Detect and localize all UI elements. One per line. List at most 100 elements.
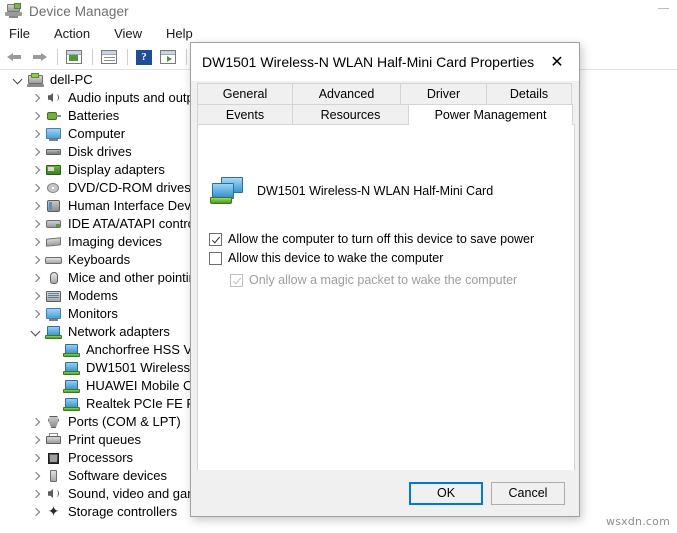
- expander-closed-icon[interactable]: [28, 503, 44, 521]
- expander-closed-icon[interactable]: [28, 287, 44, 305]
- expander-spacer: [46, 377, 62, 395]
- device-name-label: DW1501 Wireless-N WLAN Half-Mini Card: [257, 184, 494, 198]
- menu-file[interactable]: File: [9, 26, 30, 41]
- tree-item-label: Computer: [68, 126, 126, 141]
- tree-item-label: Storage controllers: [68, 504, 178, 519]
- network-adapter-icon: [62, 396, 81, 412]
- network-adapter-icon: [62, 378, 81, 394]
- toolbar-separator-4: [186, 49, 187, 65]
- expander-closed-icon[interactable]: [28, 467, 44, 485]
- allow-turn-off-device-checkbox[interactable]: Allow the computer to turn off this devi…: [209, 232, 534, 246]
- hid-icon: [44, 198, 63, 214]
- expander-closed-icon[interactable]: [28, 179, 44, 197]
- allow-device-wake-computer-checkbox[interactable]: Allow this device to wake the computer: [209, 251, 443, 265]
- window-title: Device Manager: [29, 3, 129, 19]
- expander-spacer: [46, 395, 62, 413]
- show-hide-console-tree-button[interactable]: [63, 47, 85, 68]
- computer-root-icon: [26, 72, 45, 88]
- ok-button[interactable]: OK: [409, 481, 483, 505]
- expander-closed-icon[interactable]: [28, 197, 44, 215]
- ide-controller-icon: [44, 216, 63, 232]
- tab-row-2: Events Resources Power Management: [197, 104, 575, 125]
- toolbar-separator-1: [57, 49, 58, 65]
- close-icon[interactable]: ✕: [535, 43, 579, 80]
- properties-panel-icon: [101, 50, 117, 64]
- tree-item-label: DVD/CD-ROM drives: [68, 180, 191, 195]
- expander-closed-icon[interactable]: [28, 161, 44, 179]
- imaging-device-icon: [44, 234, 63, 250]
- watermark: wsxdn.com: [606, 515, 670, 528]
- help-button[interactable]: ?: [133, 47, 155, 68]
- tree-item-label: Display adapters: [68, 162, 165, 177]
- tree-item-label: Processors: [68, 450, 134, 465]
- back-button[interactable]: [4, 47, 26, 68]
- expander-closed-icon[interactable]: [28, 251, 44, 269]
- console-tree-icon: [66, 50, 82, 64]
- checkbox-label: Allow this device to wake the computer: [228, 251, 444, 265]
- expander-icon[interactable]: [10, 71, 26, 89]
- forward-button[interactable]: [28, 47, 50, 68]
- expander-closed-icon[interactable]: [28, 485, 44, 503]
- window-titlebar: Device Manager: [0, 0, 677, 22]
- battery-icon: [44, 108, 63, 124]
- dialog-button-bar: OK Cancel: [191, 470, 579, 516]
- expander-closed-icon[interactable]: [28, 449, 44, 467]
- cancel-button[interactable]: Cancel: [491, 481, 565, 505]
- minimize-button[interactable]: [658, 8, 669, 9]
- storage-controller-icon: ✦: [47, 504, 60, 520]
- display-adapter-icon: [44, 162, 63, 178]
- network-adapter-icon: [62, 342, 81, 358]
- expander-closed-icon[interactable]: [28, 305, 44, 323]
- expander-closed-icon[interactable]: [28, 431, 44, 449]
- expander-closed-icon[interactable]: [28, 413, 44, 431]
- tab-details[interactable]: Details: [486, 83, 572, 104]
- dialog-titlebar: DW1501 Wireless-N WLAN Half-Mini Card Pr…: [191, 43, 579, 81]
- arrow-right-icon: [31, 51, 47, 63]
- menu-help[interactable]: Help: [166, 26, 193, 41]
- disk-drive-icon: [44, 144, 63, 160]
- device-properties-dialog: DW1501 Wireless-N WLAN Half-Mini Card Pr…: [190, 42, 580, 517]
- expander-closed-icon[interactable]: [28, 269, 44, 287]
- speaker-icon: [44, 486, 63, 502]
- expander-open-icon[interactable]: [28, 323, 44, 341]
- tab-resources[interactable]: Resources: [292, 104, 409, 125]
- checkbox-box[interactable]: [209, 233, 222, 246]
- expander-closed-icon[interactable]: [28, 215, 44, 233]
- toolbar-separator-3: [127, 49, 128, 65]
- tab-general[interactable]: General: [197, 83, 293, 104]
- expander-closed-icon[interactable]: [28, 89, 44, 107]
- network-adapter-large-icon: [209, 175, 245, 207]
- magic-packet-only-checkbox: Only allow a magic packet to wake the co…: [230, 273, 517, 287]
- arrow-left-icon: [7, 51, 23, 63]
- tab-driver[interactable]: Driver: [400, 83, 487, 104]
- menu-view[interactable]: View: [114, 26, 142, 41]
- speaker-icon: [44, 90, 63, 106]
- device-header: DW1501 Wireless-N WLAN Half-Mini Card: [209, 175, 493, 207]
- keyboard-icon: [44, 252, 63, 268]
- update-driver-button[interactable]: [157, 47, 179, 68]
- properties-button[interactable]: [98, 47, 120, 68]
- tree-item-label: Print queues: [68, 432, 141, 447]
- expander-spacer: [46, 341, 62, 359]
- checkbox-box: [230, 274, 243, 287]
- help-question-icon: ?: [136, 49, 152, 65]
- expander-closed-icon[interactable]: [28, 107, 44, 125]
- tab-power-management[interactable]: Power Management: [408, 104, 573, 125]
- tab-events[interactable]: Events: [197, 104, 293, 125]
- tab-advanced[interactable]: Advanced: [292, 83, 401, 104]
- menu-action[interactable]: Action: [54, 26, 90, 41]
- port-icon: [44, 414, 63, 430]
- network-adapter-icon: [62, 360, 81, 376]
- tab-row-1: General Advanced Driver Details: [197, 83, 575, 104]
- screen: Device Manager File Action View Help ? d…: [0, 0, 677, 533]
- expander-closed-icon[interactable]: [28, 233, 44, 251]
- expander-closed-icon[interactable]: [28, 125, 44, 143]
- toolbar-separator-2: [92, 49, 93, 65]
- expander-closed-icon[interactable]: [28, 143, 44, 161]
- modem-icon: [44, 288, 63, 304]
- tree-item-label: Ports (COM & LPT): [68, 414, 181, 429]
- checkbox-box[interactable]: [209, 252, 222, 265]
- device-manager-icon: [5, 3, 23, 19]
- software-device-icon: [44, 468, 63, 484]
- tree-item-label: Monitors: [68, 306, 118, 321]
